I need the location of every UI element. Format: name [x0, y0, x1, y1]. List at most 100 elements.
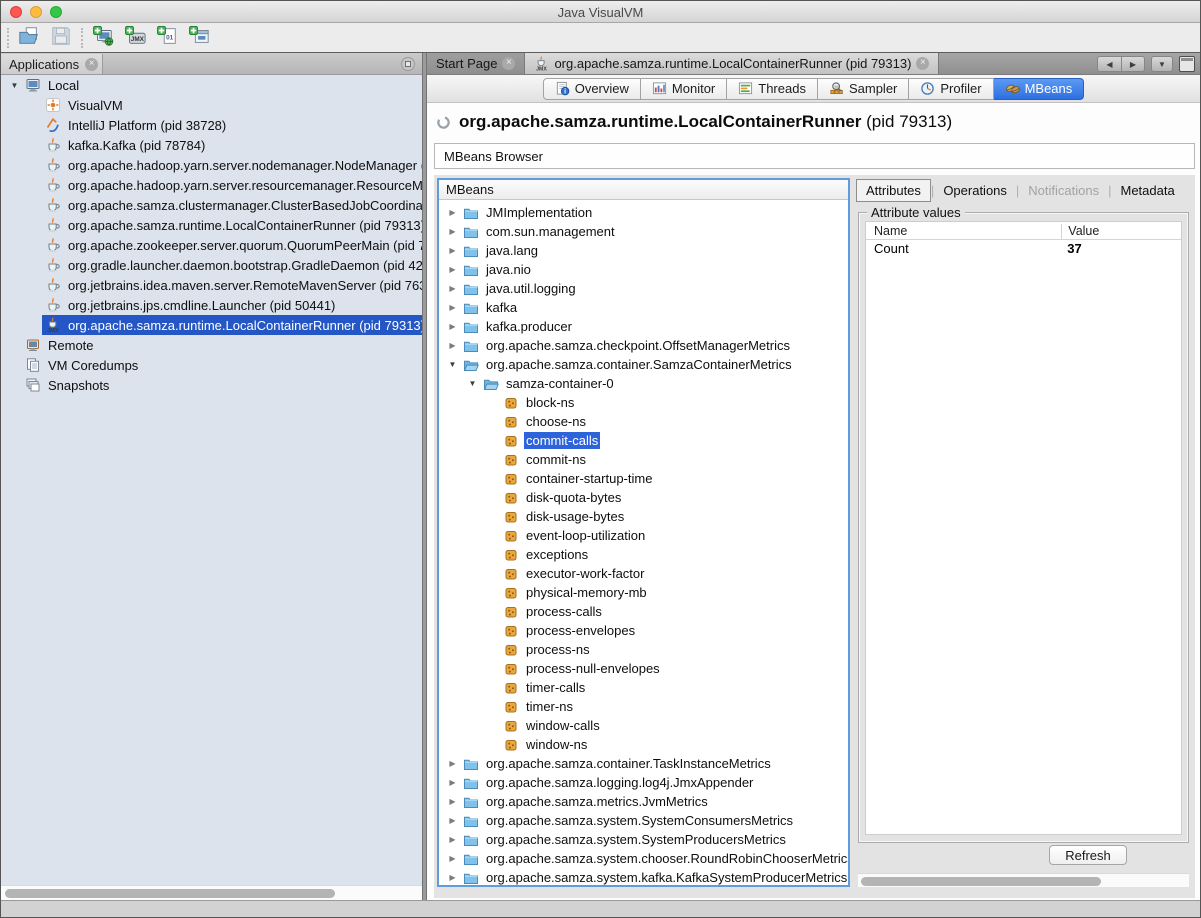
mbean-tree-item[interactable]: ▶JMImplementation — [439, 203, 848, 222]
add-vm-coredump-button[interactable] — [153, 25, 181, 51]
application-tree-item[interactable]: kafka.Kafka (pid 78784) — [1, 135, 422, 155]
details-tab-operations[interactable]: Operations — [934, 180, 1016, 201]
application-tree-item[interactable]: org.jetbrains.jps.cmdline.Launcher (pid … — [1, 295, 422, 315]
application-tree-item[interactable]: org.jetbrains.idea.maven.server.RemoteMa… — [1, 275, 422, 295]
expand-icon[interactable]: ▶ — [445, 246, 460, 255]
application-tree-item[interactable]: org.apache.samza.clustermanager.ClusterB… — [1, 195, 422, 215]
view-tab-overview[interactable]: Overview — [543, 78, 641, 100]
application-tree-item[interactable]: org.apache.zookeeper.server.quorum.Quoru… — [1, 235, 422, 255]
mbean-tree-item[interactable]: process-null-envelopes — [439, 659, 848, 678]
expand-icon[interactable]: ▶ — [445, 208, 460, 217]
view-tab-mbeans[interactable]: MBeans — [994, 78, 1085, 100]
mbean-tree-item[interactable]: process-envelopes — [439, 621, 848, 640]
mbean-tree-item[interactable]: disk-quota-bytes — [439, 488, 848, 507]
expand-icon[interactable]: ▶ — [445, 759, 460, 768]
details-tab-notifications[interactable]: Notifications — [1019, 180, 1108, 201]
view-tab-profiler[interactable]: Profiler — [909, 78, 993, 100]
mbean-tree-item[interactable]: ▶org.apache.samza.logging.log4j.JmxAppen… — [439, 773, 848, 792]
mbean-tree-item[interactable]: disk-usage-bytes — [439, 507, 848, 526]
close-icon[interactable]: × — [85, 58, 98, 71]
application-tree-item[interactable]: org.apache.hadoop.yarn.server.nodemanage… — [1, 155, 422, 175]
add-jmx-connection-button[interactable] — [121, 25, 149, 51]
load-snapshot-button[interactable] — [15, 25, 43, 51]
mbean-tree-item[interactable]: event-loop-utilization — [439, 526, 848, 545]
mbean-tree-item[interactable]: block-ns — [439, 393, 848, 412]
mbean-tree-item[interactable]: window-calls — [439, 716, 848, 735]
applications-tab[interactable]: Applications × — [1, 54, 103, 74]
expand-icon[interactable]: ▶ — [445, 816, 460, 825]
mbean-tree-item[interactable]: ▶com.sun.management — [439, 222, 848, 241]
document-tab[interactable]: Start Page× — [427, 53, 525, 74]
application-tree-item[interactable]: org.apache.hadoop.yarn.server.resourcema… — [1, 175, 422, 195]
details-tab-attributes[interactable]: Attributes — [856, 179, 931, 202]
mbean-tree-item[interactable]: ▶kafka.producer — [439, 317, 848, 336]
expand-icon[interactable]: ▶ — [445, 227, 460, 236]
application-tree-item[interactable]: org.apache.samza.runtime.LocalContainerR… — [1, 215, 422, 235]
mbean-tree-item[interactable]: timer-calls — [439, 678, 848, 697]
application-tree-item[interactable]: Snapshots — [1, 375, 422, 395]
float-panel-button[interactable] — [401, 57, 415, 71]
save-snapshot-button[interactable] — [47, 25, 75, 51]
application-tree-item[interactable]: IntelliJ Platform (pid 38728) — [1, 115, 422, 135]
expand-icon[interactable]: ▶ — [445, 835, 460, 844]
mbean-tree-item[interactable]: ▶org.apache.samza.container.TaskInstance… — [439, 754, 848, 773]
expand-icon[interactable]: ▶ — [445, 797, 460, 806]
column-value[interactable]: Value — [1061, 224, 1099, 240]
mbean-tree-item[interactable]: physical-memory-mb — [439, 583, 848, 602]
expand-icon[interactable]: ▶ — [445, 778, 460, 787]
scroll-tabs-left-button[interactable]: ◀ — [1097, 56, 1121, 72]
expand-icon[interactable]: ▶ — [445, 284, 460, 293]
applications-horizontal-scrollbar[interactable] — [1, 885, 422, 900]
mbean-tree-item[interactable]: ▶org.apache.samza.system.chooser.RoundRo… — [439, 849, 848, 868]
mbean-tree-item[interactable]: exceptions — [439, 545, 848, 564]
expand-icon[interactable]: ▶ — [445, 265, 460, 274]
mbean-tree-item[interactable]: ▶org.apache.samza.system.SystemConsumers… — [439, 811, 848, 830]
mbean-tree-item[interactable]: process-calls — [439, 602, 848, 621]
attribute-row[interactable]: Count37 — [866, 240, 1181, 258]
add-application-snapshot-button[interactable] — [185, 25, 213, 51]
application-tree-item[interactable]: VisualVM — [1, 95, 422, 115]
application-tree-item[interactable]: VM Coredumps — [1, 355, 422, 375]
application-tree-item[interactable]: org.apache.samza.runtime.LocalContainerR… — [1, 315, 422, 335]
expand-icon[interactable]: ▶ — [445, 854, 460, 863]
scrollbar-thumb[interactable] — [5, 889, 335, 898]
mbean-tree-item[interactable]: commit-calls — [439, 431, 848, 450]
mbean-tree-item[interactable]: window-ns — [439, 735, 848, 754]
mbean-tree-item[interactable]: ▼samza-container-0 — [439, 374, 848, 393]
mbean-tree-item[interactable]: ▶java.lang — [439, 241, 848, 260]
mbean-tree-item[interactable]: timer-ns — [439, 697, 848, 716]
scroll-tabs-right-button[interactable]: ▶ — [1121, 56, 1145, 72]
details-tab-metadata[interactable]: Metadata — [1112, 180, 1184, 201]
close-icon[interactable]: × — [502, 57, 515, 70]
application-tree-item[interactable]: Remote — [1, 335, 422, 355]
refresh-button[interactable]: Refresh — [1049, 845, 1127, 865]
mbean-tree-item[interactable]: ▶org.apache.samza.metrics.JvmMetrics — [439, 792, 848, 811]
tab-list-dropdown-button[interactable]: ▼ — [1151, 56, 1173, 72]
collapse-icon[interactable]: ▼ — [465, 379, 480, 388]
collapse-icon[interactable]: ▼ — [7, 81, 22, 90]
details-horizontal-scrollbar[interactable] — [858, 873, 1189, 887]
expand-icon[interactable]: ▶ — [445, 303, 460, 312]
mbean-tree-item[interactable]: container-startup-time — [439, 469, 848, 488]
scrollbar-thumb[interactable] — [861, 877, 1101, 886]
view-tab-monitor[interactable]: Monitor — [641, 78, 727, 100]
mbean-tree-item[interactable]: ▶org.apache.samza.system.kafka.KafkaSyst… — [439, 868, 848, 885]
mbean-tree-item[interactable]: commit-ns — [439, 450, 848, 469]
application-tree-item[interactable]: ▼Local — [1, 75, 422, 95]
mbean-tree-item[interactable]: choose-ns — [439, 412, 848, 431]
application-tree-item[interactable]: org.gradle.launcher.daemon.bootstrap.Gra… — [1, 255, 422, 275]
view-tab-threads[interactable]: Threads — [727, 78, 818, 100]
mbean-tree-item[interactable]: ▶kafka — [439, 298, 848, 317]
maximize-tab-button[interactable] — [1179, 56, 1195, 72]
mbean-tree-item[interactable]: executor-work-factor — [439, 564, 848, 583]
collapse-icon[interactable]: ▼ — [445, 360, 460, 369]
expand-icon[interactable]: ▶ — [445, 341, 460, 350]
column-name[interactable]: Name — [874, 224, 907, 238]
expand-icon[interactable]: ▶ — [445, 322, 460, 331]
view-tab-sampler[interactable]: Sampler — [818, 78, 909, 100]
mbean-tree-item[interactable]: ▶java.nio — [439, 260, 848, 279]
mbean-tree-item[interactable]: ▶java.util.logging — [439, 279, 848, 298]
mbean-tree-item[interactable]: ▼org.apache.samza.container.SamzaContain… — [439, 355, 848, 374]
mbean-tree-item[interactable]: ▶org.apache.samza.system.SystemProducers… — [439, 830, 848, 849]
close-icon[interactable]: × — [916, 57, 929, 70]
